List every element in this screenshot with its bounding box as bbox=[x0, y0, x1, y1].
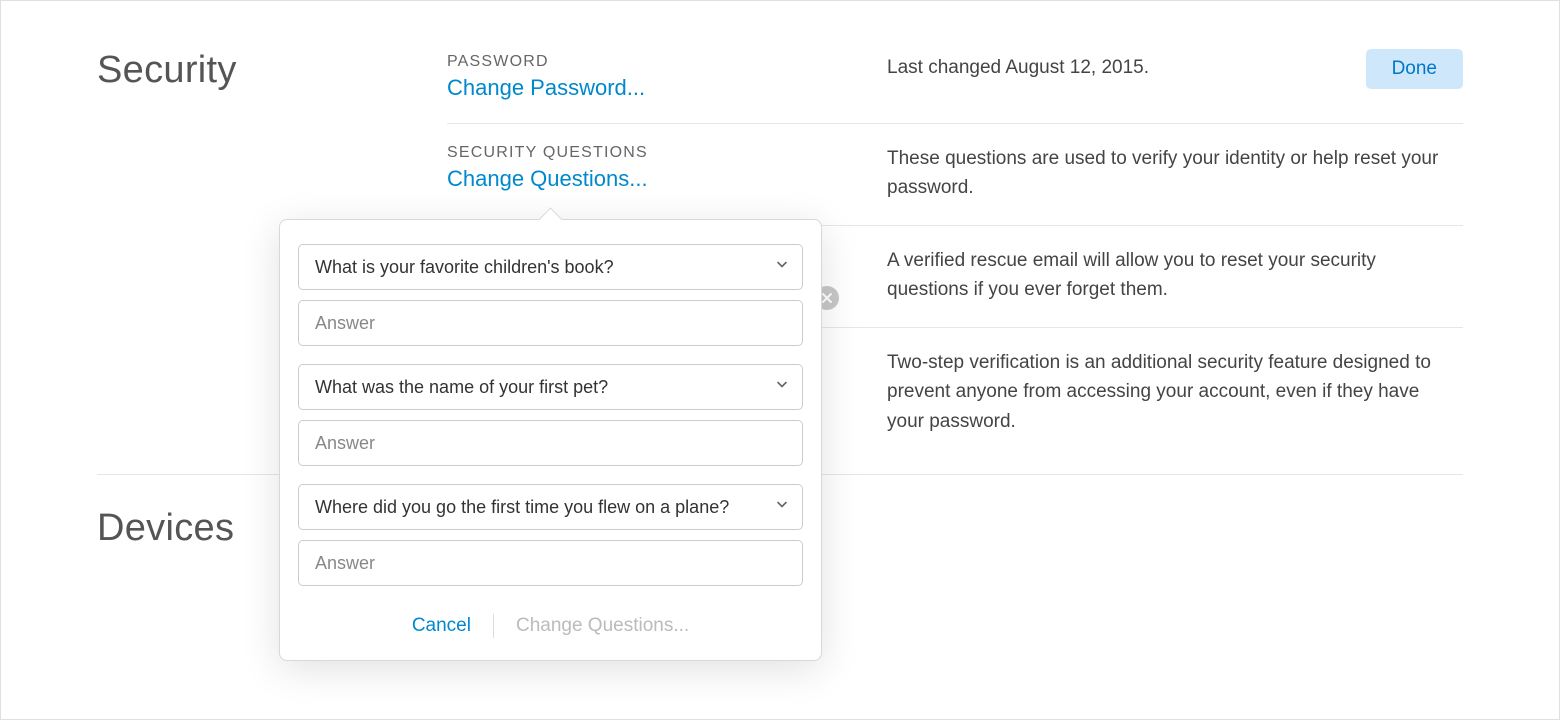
question-group-2: What was the name of your first pet? bbox=[298, 364, 803, 466]
question-group-1: What is your favorite children's book? bbox=[298, 244, 803, 346]
answer-2-input[interactable] bbox=[298, 420, 803, 466]
password-meta: Last changed August 12, 2015. bbox=[887, 53, 1443, 82]
popover-actions: Cancel Change Questions... bbox=[298, 604, 803, 648]
cancel-button[interactable]: Cancel bbox=[412, 615, 471, 637]
change-questions-link[interactable]: Change Questions... bbox=[447, 166, 887, 192]
security-questions-meta: These questions are used to verify your … bbox=[887, 144, 1443, 203]
change-questions-confirm-button: Change Questions... bbox=[516, 615, 689, 637]
change-password-link[interactable]: Change Password... bbox=[447, 75, 887, 101]
rescue-email-meta: A verified rescue email will allow you t… bbox=[887, 246, 1443, 305]
question-group-3: Where did you go the first time you flew… bbox=[298, 484, 803, 586]
password-label: PASSWORD bbox=[447, 53, 887, 71]
security-questions-row: SECURITY QUESTIONS Change Questions... T… bbox=[447, 140, 1463, 226]
action-divider bbox=[493, 614, 494, 638]
question-3-select[interactable]: Where did you go the first time you flew… bbox=[298, 484, 803, 530]
change-questions-popover: What is your favorite children's book? W… bbox=[279, 219, 822, 661]
answer-3-input[interactable] bbox=[298, 540, 803, 586]
answer-1-input[interactable] bbox=[298, 300, 803, 346]
security-questions-label: SECURITY QUESTIONS bbox=[447, 144, 887, 162]
question-1-select[interactable]: What is your favorite children's book? bbox=[298, 244, 803, 290]
question-2-select[interactable]: What was the name of your first pet? bbox=[298, 364, 803, 410]
password-row: PASSWORD Change Password... Last changed… bbox=[447, 49, 1463, 124]
two-step-meta: Two-step verification is an additional s… bbox=[887, 348, 1443, 436]
